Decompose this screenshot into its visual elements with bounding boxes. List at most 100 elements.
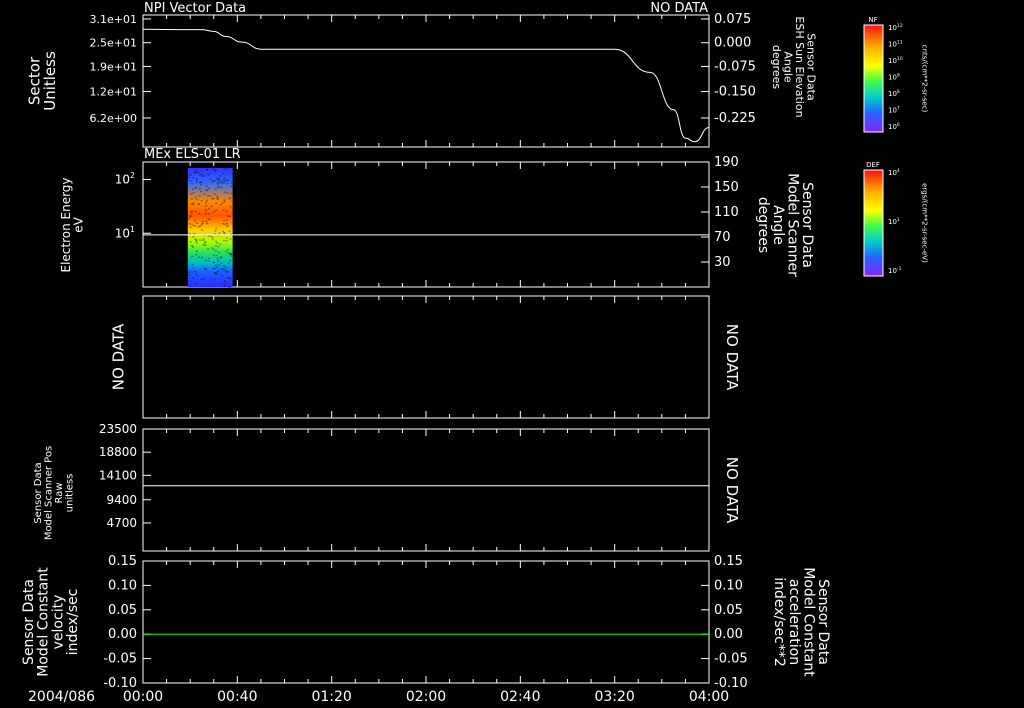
spectrogram-speckle [223, 220, 225, 222]
spectrogram-speckle [195, 238, 197, 240]
spectrogram-speckle [203, 278, 205, 280]
spectrogram-speckle [217, 197, 219, 199]
y-tick-label: 1.2e+01 [90, 86, 137, 99]
spectrogram-speckle [211, 206, 213, 208]
spectrogram-speckle [191, 203, 193, 205]
y-tick-label-right: 110 [714, 205, 739, 220]
panel4-ylabel-left: Sensor Data Model Scanner Pos Raw unitless [33, 446, 76, 540]
time-tick-label: 00:40 [217, 689, 257, 705]
panel3-nodata-left-line: NO DATA [109, 323, 127, 390]
spectrogram-speckle [192, 277, 194, 279]
spectrogram-speckle [220, 204, 222, 206]
spectrogram-speckle [217, 271, 219, 273]
spectrogram-speckle [229, 198, 231, 200]
spectrogram-speckle [218, 233, 220, 235]
spectrogram-speckle [224, 285, 226, 287]
spectrogram-speckle [205, 202, 207, 204]
date-label: 2004/086 [28, 689, 95, 705]
y-tick-label: 2.5e+01 [90, 37, 137, 50]
panel2-title: MEx ELS-01 LR [144, 147, 241, 162]
spectrogram-speckle [196, 242, 198, 244]
spectrogram-speckle [209, 195, 211, 197]
y-tick-label: 0.10 [108, 578, 137, 593]
panel2-ylabel-right-line: Model Scanner [784, 173, 800, 277]
spectrogram-speckle [217, 258, 219, 260]
spectrogram-speckle [191, 245, 193, 247]
y-tick-label: -0.10 [103, 676, 137, 691]
spectrogram-speckle [205, 221, 207, 223]
spectrogram-speckle [222, 223, 224, 225]
spectrogram-speckle [216, 255, 218, 257]
spectrogram-speckle [229, 253, 231, 255]
spectrogram-speckle [192, 224, 194, 226]
panel4-nodata-right: NO DATA [723, 457, 741, 524]
spectrogram-speckle [220, 268, 222, 270]
spectrogram-speckle [227, 215, 229, 217]
spectrogram-speckle [218, 180, 220, 182]
spectrogram-speckle [222, 173, 224, 175]
spectrogram-speckle [226, 237, 228, 239]
spectrogram-speckle [203, 238, 205, 240]
spectrogram-speckle [217, 260, 219, 262]
spectrogram-speckle [194, 220, 196, 222]
spectrogram-speckle [205, 259, 207, 261]
spectrogram-speckle [201, 229, 203, 231]
colorbar-tick-label: 1011 [888, 39, 903, 48]
colorbar-1 [864, 25, 883, 132]
spectrogram-speckle [227, 252, 229, 254]
spectrogram-speckle [191, 256, 193, 258]
colorbar-tick-label: 10-1 [888, 266, 902, 275]
spectrogram-speckle [226, 219, 228, 221]
y-tick-label-right: -0.225 [714, 111, 756, 126]
spectrogram-speckle [226, 183, 228, 185]
spectrogram-speckle [221, 182, 223, 184]
spectrogram-speckle [231, 183, 233, 185]
panel5-ylabel-right-line: index/sec**2 [771, 577, 787, 667]
spectrogram-speckle [232, 267, 234, 269]
time-tick-label: 02:40 [500, 689, 540, 705]
spectrogram-speckle [215, 241, 217, 243]
spectrogram-speckle [230, 193, 232, 195]
spectrogram-speckle [224, 191, 226, 193]
spectrogram-speckle [197, 172, 199, 174]
spectrogram-speckle [215, 245, 217, 247]
spectrogram-speckle [215, 274, 217, 276]
y-tick-label: 23500 [99, 422, 137, 436]
panel2-ylabel-right-line: Sensor Data [799, 182, 815, 268]
panel1-ylabel-left: SectorUnitless [25, 51, 59, 111]
spectrogram-speckle [205, 205, 207, 207]
panel5-ylabel-right: Sensor DataModel Constantaccelerationind… [771, 567, 831, 677]
y-tick-label-right: 0.075 [714, 12, 751, 27]
y-tick-label-right: -0.05 [714, 652, 748, 667]
spectrogram-speckle [200, 184, 202, 186]
spectrogram-speckle [223, 182, 225, 184]
y-tick-label: 101 [115, 225, 135, 240]
panel5-ylabel-left-line: Model Constant [36, 567, 52, 677]
spectrogram-speckle [225, 168, 227, 170]
spectrogram-speckle [215, 250, 217, 252]
spectrogram-speckle [219, 244, 221, 246]
colorbar-tick-label: 108 [888, 89, 900, 98]
spectrogram-speckle [208, 260, 210, 262]
spectrogram-speckle [188, 272, 190, 274]
spectrogram-speckle [196, 171, 198, 173]
spectrogram-speckle [224, 180, 226, 182]
spectrogram-speckle [207, 195, 209, 197]
spectrogram-speckle [198, 213, 200, 215]
spectrogram-speckle [217, 183, 219, 185]
spectrogram-speckle [204, 175, 206, 177]
panel-frame-4 [143, 429, 709, 551]
y-tick-label-right: -0.075 [714, 59, 756, 74]
colorbar-tag: NF [868, 16, 877, 24]
panel3-nodata-right: NO DATA [723, 324, 741, 391]
spectrogram-speckle [196, 182, 198, 184]
spectrogram-speckle [212, 168, 214, 170]
spectrogram-speckle [189, 223, 191, 225]
panel1-ylabel-left-line: Unitless [41, 51, 59, 111]
panel2-ylabel-right-line: Angle [770, 205, 786, 245]
spectrogram-speckle [213, 249, 215, 251]
spectrogram-speckle [224, 270, 226, 272]
spectrogram-speckle [223, 240, 225, 242]
spectrogram-speckle [216, 196, 218, 198]
spectrogram-speckle [222, 180, 224, 182]
